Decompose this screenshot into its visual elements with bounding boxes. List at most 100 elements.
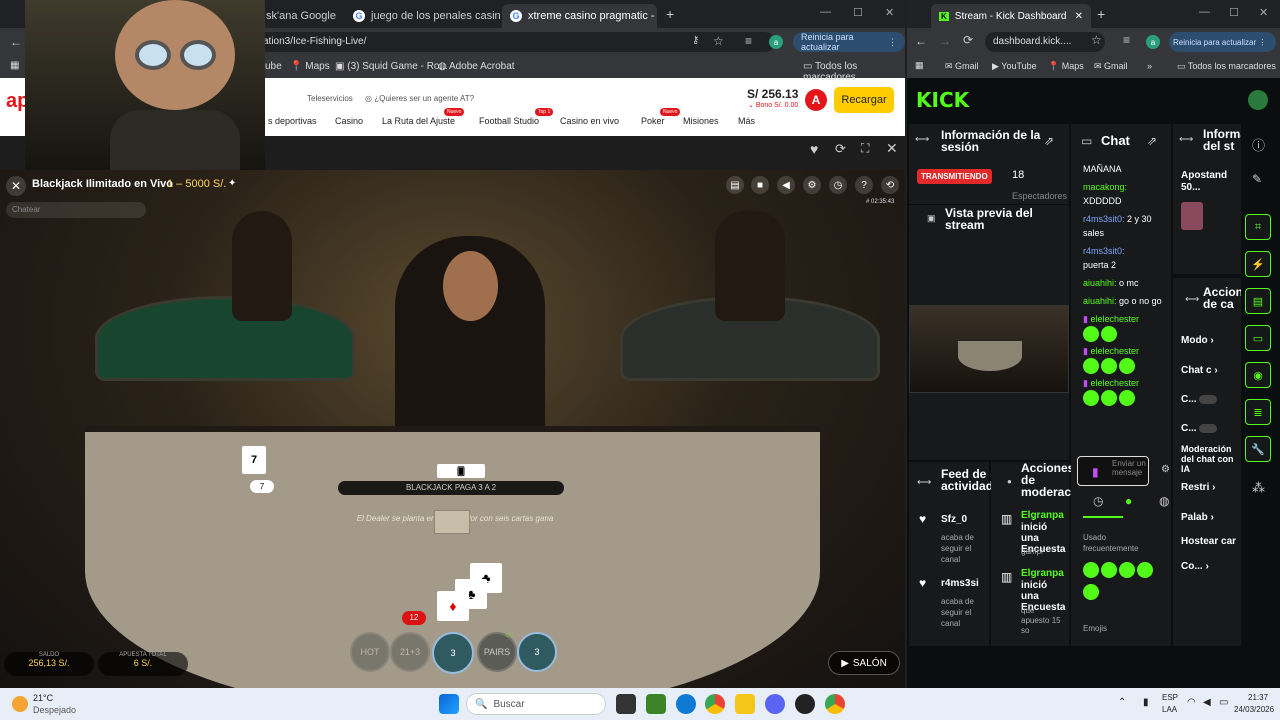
nav-casino-en-vivo[interactable]: Casino en vivo (560, 116, 619, 126)
back-icon[interactable]: ← (10, 35, 22, 49)
notes-icon[interactable]: ▤ (1245, 288, 1271, 314)
favorite-heart-icon[interactable]: ♥ (810, 141, 818, 157)
fullscreen-icon[interactable]: ⛶ (861, 141, 869, 156)
volume-icon[interactable]: ◀ (1203, 697, 1211, 708)
mic-icon[interactable]: ▮ (1143, 697, 1149, 708)
action-words[interactable]: Palab › (1181, 512, 1214, 523)
stack-icon[interactable]: ≣ (1245, 399, 1271, 425)
minecraft-icon[interactable] (646, 694, 666, 714)
bookmark-star-icon[interactable]: ☆ (1091, 33, 1102, 47)
clip-icon[interactable]: ⌗ (1245, 214, 1271, 240)
activity-user[interactable]: r4ms3si (941, 578, 979, 589)
lightning-icon[interactable]: ⚡ (1245, 251, 1271, 277)
weather-sun-icon[interactable] (12, 696, 28, 712)
action-toggle-2[interactable]: C... (1181, 423, 1218, 434)
side-bet-chip[interactable]: 3 (517, 632, 557, 672)
emote-grid[interactable] (1083, 562, 1167, 600)
nav-misiones[interactable]: Misiones (683, 116, 719, 126)
reload-icon[interactable]: ⟳ (963, 33, 973, 47)
all-bookmarks[interactable]: ▭ Todos los marcadores (1177, 61, 1276, 72)
drag-handle-icon[interactable]: ⟷ (917, 477, 931, 488)
file-explorer-icon[interactable] (735, 694, 755, 714)
edge-icon[interactable] (676, 694, 696, 714)
profile-avatar[interactable]: a (1146, 35, 1160, 49)
chat-input[interactable]: ▮ Enviar un mensaje (1077, 456, 1149, 486)
edit-pencil-icon[interactable]: ✎ (1252, 172, 1262, 186)
action-restrict[interactable]: Restri › (1181, 482, 1215, 493)
chat-icon[interactable]: ▭ (1245, 325, 1271, 351)
moderation-user[interactable]: Elgranpa (1021, 510, 1064, 521)
emojis-tab[interactable]: Emojis (1083, 624, 1107, 633)
sound-icon[interactable]: ◀ (777, 176, 795, 194)
apps-grid-icon[interactable]: ▦ (915, 60, 924, 71)
lobby-switch-icon[interactable]: ⟲ (881, 176, 899, 194)
new-tab-button[interactable]: + (1097, 6, 1105, 22)
update-button[interactable]: Reinicia para actualizar ⋮ (793, 32, 905, 52)
password-key-icon[interactable]: ⚷ (692, 35, 699, 46)
popout-icon[interactable]: ⇗ (1147, 134, 1157, 148)
21plus3-chip[interactable]: 21+3 (390, 632, 430, 672)
help-icon[interactable]: ? (855, 176, 873, 194)
bookmark-maps[interactable]: 📍 Maps (1048, 61, 1084, 72)
info-icon[interactable]: ⓘ (1252, 135, 1265, 154)
bet-spot[interactable] (434, 510, 470, 534)
profile-avatar[interactable]: a (769, 35, 783, 49)
kick-emotes-icon[interactable]: ● (1125, 494, 1132, 508)
bookmark-acrobat[interactable]: ◍ Adobe Acrobat (438, 61, 515, 72)
maximize-button[interactable]: ☐ (1229, 6, 1239, 19)
hot-chip[interactable]: HOT (350, 632, 390, 672)
action-more[interactable]: Co... › (1181, 561, 1209, 572)
globe-icon[interactable]: ◍ (1159, 494, 1169, 508)
user-avatar[interactable] (1248, 90, 1268, 110)
toggle-switch[interactable] (1199, 394, 1218, 404)
recharge-button[interactable]: Recargar (834, 87, 894, 113)
close-game-icon[interactable]: ✕ (886, 140, 898, 157)
salon-button[interactable]: ▶ SALÓN (828, 651, 900, 675)
chrome-icon[interactable] (705, 694, 725, 714)
taskbar-search[interactable]: 🔍 Buscar (466, 693, 606, 715)
action-host[interactable]: Hostear car (1181, 536, 1236, 547)
bookmark-youtube[interactable]: ▶ YouTube (992, 61, 1037, 72)
agent-link[interactable]: ◎ ¿Quieres ser un agente AT? (365, 94, 474, 103)
refresh-icon[interactable]: ⟳ (835, 141, 846, 157)
close-window-button[interactable]: ✕ (1259, 6, 1268, 19)
minimize-button[interactable]: — (820, 6, 831, 18)
toggle-switch[interactable] (1199, 423, 1218, 433)
clock-date[interactable]: 24/03/2026 (1234, 705, 1274, 714)
nav-deportivas[interactable]: s deportivas (268, 116, 317, 126)
recent-emotes-icon[interactable]: ◷ (1093, 494, 1103, 508)
action-ai-moderation[interactable]: Moderación del chat con IA (1181, 444, 1239, 474)
main-bet-chip[interactable]: 3 (432, 632, 474, 674)
reading-list-icon[interactable]: ≡ (1123, 33, 1130, 47)
action-chat[interactable]: Chat c › (1181, 365, 1218, 376)
bookmark-star-icon[interactable]: ☆ (713, 34, 724, 48)
new-tab-button[interactable]: + (666, 6, 674, 22)
apps-grid-icon[interactable]: ▦ (10, 60, 19, 71)
update-button[interactable]: Reinicia para actualizar ⋮ (1169, 32, 1276, 52)
nav-poker[interactable]: Poker (641, 116, 665, 126)
url-field[interactable]: dashboard.kick.... (985, 32, 1105, 52)
battery-icon[interactable]: ▭ (1219, 697, 1228, 708)
kick-logo[interactable]: KICK (916, 88, 969, 112)
history-icon[interactable]: ◷ (829, 176, 847, 194)
back-icon[interactable]: ← (915, 34, 927, 48)
activity-user[interactable]: Sfz_0 (941, 514, 967, 525)
moderation-user[interactable]: Elgranpa (1021, 568, 1064, 579)
bookmark-gmail[interactable]: ✉ Gmail (945, 61, 979, 72)
chrome-2-icon[interactable] (825, 694, 845, 714)
popout-icon[interactable]: ⇗ (1044, 134, 1054, 148)
tray-chevron-icon[interactable]: ⌃ (1118, 697, 1126, 708)
clock-time[interactable]: 21:37 (1248, 693, 1268, 702)
nav-la-ruta[interactable]: La Ruta del Ajuste (382, 116, 455, 126)
obs-icon[interactable] (795, 694, 815, 714)
pin-icon[interactable]: ✦ (228, 178, 236, 189)
video-icon[interactable]: ■ (751, 176, 769, 194)
connections-icon[interactable]: ⁂ (1252, 480, 1265, 496)
tab-penales[interactable]: Gjuego de los penales casino - M✕ (345, 4, 500, 28)
user-avatar[interactable]: A (805, 89, 827, 111)
drag-handle-icon[interactable]: ⟷ (915, 134, 929, 145)
weather-temp[interactable]: 21°C (33, 693, 53, 703)
wifi-icon[interactable]: ◠ (1187, 697, 1196, 708)
layout-indicator[interactable]: LAA (1162, 705, 1177, 714)
minimize-button[interactable]: — (1199, 6, 1210, 18)
